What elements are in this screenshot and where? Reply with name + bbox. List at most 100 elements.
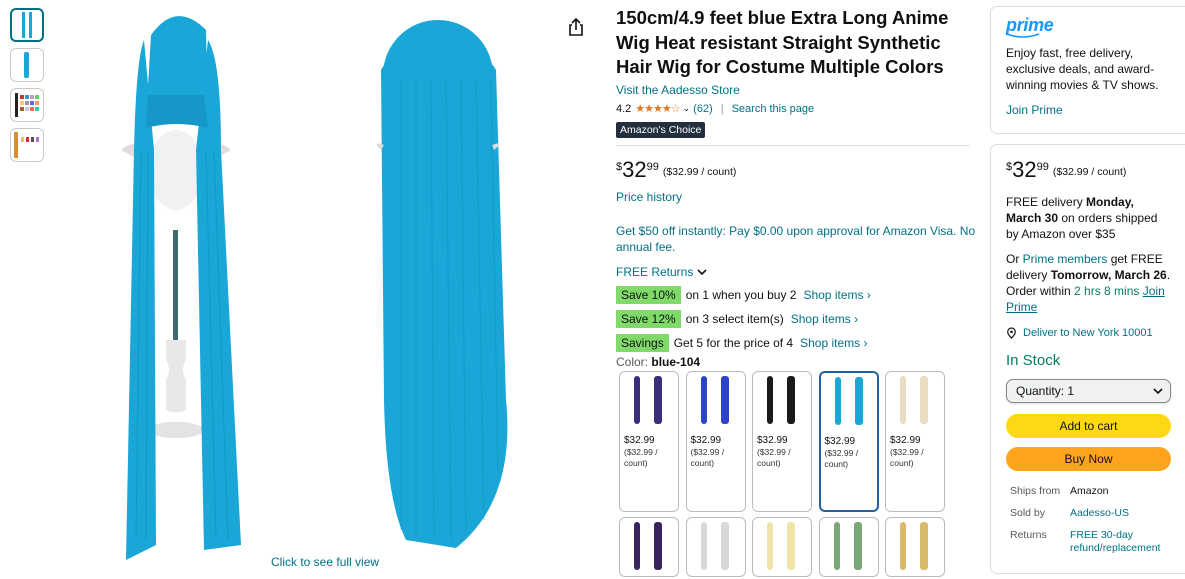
prime-members-link[interactable]: Prime members <box>1023 252 1108 266</box>
swatch-price-per-unit: ($32.99 / count) <box>690 446 725 469</box>
swatch-price: $32.99 ($32.99 / count) <box>620 432 678 470</box>
visa-offer-link[interactable]: Get $50 off instantly: Pay $0.00 upon ap… <box>616 223 976 255</box>
deliver-to-text: Deliver to New York 10001 <box>1023 327 1153 339</box>
swatch-image <box>820 518 878 578</box>
prime-logo: prime <box>1006 15 1054 35</box>
product-title: 150cm/4.9 feet blue Extra Long Anime Wig… <box>616 7 949 77</box>
deliver-to-link[interactable]: Deliver to New York 10001 <box>1006 327 1185 339</box>
color-swatch[interactable] <box>885 517 945 577</box>
buy-now-button[interactable]: Buy Now <box>1006 447 1171 471</box>
swatch-price-per-unit: ($32.99 / count) <box>824 447 859 470</box>
prime-promo-box: prime Enjoy fast, free delivery, exclusi… <box>990 6 1185 134</box>
price-whole: 32 <box>622 156 647 182</box>
swatch-price-value: $32.99 <box>757 435 788 446</box>
shop-items-link[interactable]: Shop items › <box>803 288 870 302</box>
swatch-price-per-unit: ($32.99 / count) <box>624 446 658 469</box>
color-swatch[interactable] <box>818 517 879 578</box>
color-swatch[interactable]: $32.99 ($32.99 / count) <box>619 371 679 512</box>
color-value: blue-104 <box>651 354 701 369</box>
quantity-value: Quantity: 1 <box>1016 384 1075 398</box>
swatch-image <box>753 372 811 432</box>
prime-description: Enjoy fast, free delivery, exclusive dea… <box>1006 46 1159 92</box>
thumbnail-4[interactable] <box>10 128 44 162</box>
share-icon[interactable] <box>566 17 586 37</box>
color-swatch[interactable]: $32.99 ($32.99 / count) <box>685 371 746 512</box>
returns-policy-link[interactable]: FREE 30-day refund/replacement <box>1070 529 1170 555</box>
swatch-image <box>886 518 944 578</box>
thumbnail-3[interactable] <box>10 88 44 122</box>
main-product-image[interactable]: Click to see full view <box>96 0 546 569</box>
swatch-image <box>620 372 678 432</box>
thumbnail-1[interactable] <box>10 8 44 42</box>
add-to-cart-button[interactable]: Add to cart <box>1006 414 1171 438</box>
chevron-down-icon[interactable]: ⌄ <box>683 103 691 114</box>
thumbnail-strip <box>10 8 44 168</box>
promo-text: on 1 when you buy 2 <box>685 288 797 302</box>
promo-text: on 3 select item(s) <box>685 312 784 326</box>
color-swatch[interactable] <box>752 517 812 577</box>
promotion-3: Savings Get 5 for the price of 4 Shop it… <box>616 334 976 353</box>
swatch-price-per-unit: ($32.99 / count) <box>890 446 924 469</box>
location-pin-icon <box>1007 327 1016 339</box>
price-per-unit: ($32.99 / count) <box>1052 166 1127 178</box>
color-swatch[interactable] <box>685 517 746 578</box>
swatch-price: $32.99 ($32.99 / count) <box>753 432 811 470</box>
price: $ 32 99 ($32.99 / count) <box>616 156 976 183</box>
fast-delivery-info: Or Prime members get FREE delivery Tomor… <box>1006 251 1171 315</box>
detail-value: Amazon <box>1070 485 1109 497</box>
store-link[interactable]: Visit the Aadesso Store <box>616 83 976 97</box>
promotion-2: Save 12% on 3 select item(s) Shop items … <box>616 310 976 329</box>
swatch-price-value: $32.99 <box>890 435 921 446</box>
or-text: Or <box>1006 252 1023 266</box>
chevron-down-icon <box>1153 384 1163 401</box>
color-selection-label: Color: blue-104 <box>616 355 976 369</box>
swatch-price: $32.99 ($32.99 / count) <box>886 432 944 470</box>
swatch-price-value: $32.99 <box>690 435 722 446</box>
buy-box: $ 32 99 ($32.99 / count) FREE delivery M… <box>990 144 1185 574</box>
detail-key: Sold by <box>1010 507 1046 519</box>
promo-badge: Save 12% <box>616 310 681 328</box>
countdown-timer: 2 hrs 8 mins <box>1074 284 1140 298</box>
swatch-image <box>687 372 745 432</box>
fast-delivery-date: Tomorrow, March 26 <box>1050 268 1167 282</box>
quantity-select[interactable]: Quantity: 1 <box>1006 379 1171 403</box>
swatch-image <box>620 518 678 578</box>
shop-items-link[interactable]: Shop items › <box>791 312 858 326</box>
free-returns-link[interactable]: FREE Returns <box>616 265 976 279</box>
price-history-link[interactable]: Price history <box>616 190 976 204</box>
divider <box>616 144 970 146</box>
color-swatch[interactable] <box>619 517 679 577</box>
ships-from-row: Ships from Amazon <box>1006 485 1185 498</box>
amazons-choice-badge: Amazon's Choice <box>616 121 706 138</box>
star-rating-icon[interactable]: ★★★★☆ <box>635 102 680 115</box>
thumbnail-2[interactable] <box>10 48 44 82</box>
color-swatch[interactable]: $32.99 ($32.99 / count) <box>885 371 945 512</box>
price-fraction: 99 <box>1036 161 1049 173</box>
buybox-price: $ 32 99 ($32.99 / count) <box>1006 159 1185 183</box>
color-swatch[interactable]: $32.99 ($32.99 / count) <box>752 371 812 512</box>
color-swatch[interactable]: $32.99 ($32.99 / count) <box>818 371 879 512</box>
promo-badge: Savings <box>616 334 669 352</box>
price-whole: 32 <box>1012 157 1037 182</box>
seller-details: Ships from Amazon Sold by Aadesso-US Retur… <box>1006 485 1185 555</box>
swatch-price-per-unit: ($32.99 / count) <box>757 446 791 469</box>
price-fraction: 99 <box>646 160 659 173</box>
shop-items-link[interactable]: Shop items › <box>800 336 867 350</box>
search-page-link[interactable]: Search this page <box>732 103 815 115</box>
swatch-price-value: $32.99 <box>824 436 856 447</box>
review-count-link[interactable]: (62) <box>693 103 713 115</box>
free-returns-label: FREE Returns <box>616 264 694 279</box>
full-view-caption[interactable]: Click to see full view <box>271 555 379 569</box>
chevron-down-icon <box>697 265 707 279</box>
rating-row: 4.2 ★★★★☆ ⌄ (62) | Search this page <box>616 102 976 116</box>
product-info: 150cm/4.9 feet blue Extra Long Anime Wig… <box>616 0 976 369</box>
join-prime-link[interactable]: Join Prime <box>1006 103 1185 117</box>
delivery-prefix: FREE delivery <box>1006 195 1087 209</box>
seller-link[interactable]: Aadesso-US <box>1070 507 1170 520</box>
color-label: Color: <box>616 354 649 369</box>
separator: | <box>720 102 724 115</box>
promotion-1: Save 10% on 1 when you buy 2 Shop items … <box>616 286 976 305</box>
sold-by-row: Sold by Aadesso-US <box>1006 507 1185 520</box>
swatch-image <box>687 518 745 578</box>
detail-key: Ships from <box>1010 485 1061 497</box>
